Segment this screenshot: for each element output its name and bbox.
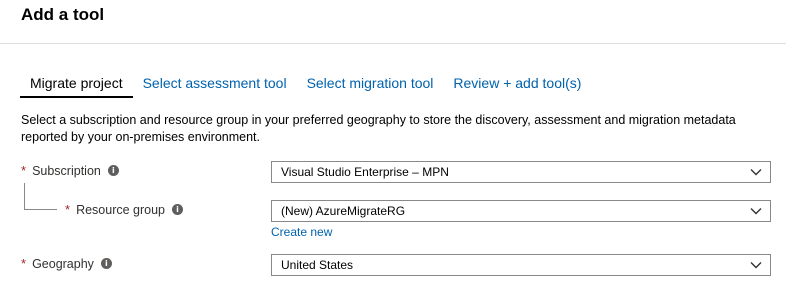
required-marker: * (21, 163, 27, 178)
tree-connector-horizontal (24, 209, 57, 210)
description-text: Select a subscription and resource group… (21, 113, 736, 144)
geography-dropdown[interactable]: United States (271, 254, 771, 276)
chevron-down-icon (750, 169, 762, 176)
chevron-down-icon (750, 208, 762, 215)
tree-connector-vertical (24, 183, 25, 210)
page-title: Add a tool (21, 5, 105, 24)
resource-group-value: (New) AzureMigrateRG (281, 204, 406, 218)
tab-select-assessment-tool[interactable]: Select assessment tool (133, 70, 297, 98)
resource-group-dropdown[interactable]: (New) AzureMigrateRG (271, 200, 771, 222)
info-icon[interactable]: i (107, 165, 119, 176)
subscription-dropdown[interactable]: Visual Studio Enterprise – MPN (271, 161, 771, 183)
info-icon[interactable]: i (172, 204, 184, 215)
geography-label-text: Geography (32, 256, 94, 271)
tab-migrate-project[interactable]: Migrate project (20, 70, 133, 98)
tab-bar: Migrate project Select assessment tool S… (20, 70, 591, 98)
header-divider (0, 43, 786, 44)
subscription-label-text: Subscription (32, 163, 101, 178)
geography-value: United States (281, 258, 354, 272)
tab-select-migration-tool[interactable]: Select migration tool (297, 70, 444, 98)
resource-group-label-text: Resource group (76, 202, 166, 217)
info-icon[interactable]: i (100, 258, 112, 269)
required-marker: * (65, 202, 71, 217)
subscription-label: * Subscription i (21, 163, 119, 178)
subscription-value: Visual Studio Enterprise – MPN (281, 165, 449, 179)
required-marker: * (21, 256, 27, 271)
tab-review-add-tools[interactable]: Review + add tool(s) (443, 70, 591, 98)
resource-group-label: * Resource group i (65, 202, 184, 217)
create-new-link[interactable]: Create new (271, 225, 332, 239)
geography-label: * Geography i (21, 256, 112, 271)
chevron-down-icon (750, 262, 762, 269)
